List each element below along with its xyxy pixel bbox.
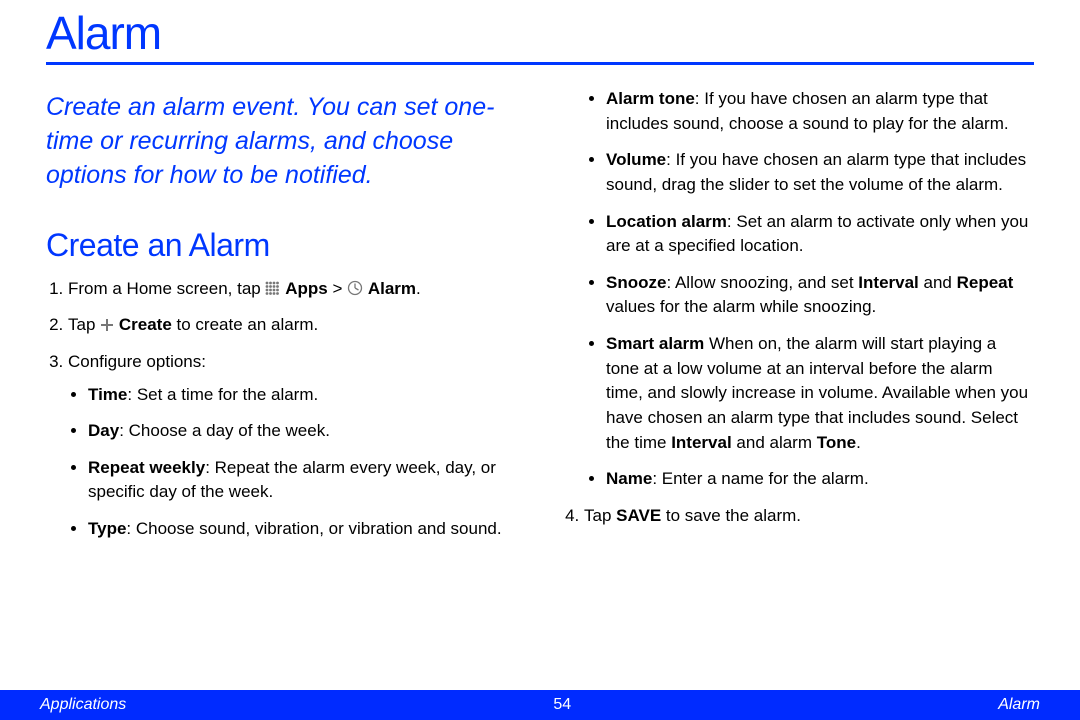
options-list-left: Time: Set a time for the alarm. Day: Cho…: [88, 383, 516, 542]
step-3-label: Configure options:: [68, 352, 206, 371]
footer-bar: Applications 54 Alarm: [0, 690, 1080, 720]
step-3: Configure options: Time: Set a time for …: [68, 350, 516, 542]
page-title: Alarm: [46, 0, 1034, 62]
step-2: Tap Create to create an alarm.: [68, 313, 516, 340]
step-2-suffix: to create an alarm.: [177, 315, 319, 334]
right-column: Alarm tone : If you have chosen an alarm …: [562, 79, 1032, 554]
opt-tone-b: Alarm tone: [606, 89, 695, 108]
opt-day: Day: Choose a day of the week.: [88, 419, 516, 444]
content-columns: Create an alarm event. You can set one-t…: [46, 79, 1034, 554]
opt-smart-int: Interval: [671, 433, 731, 452]
apps-label: Apps: [285, 279, 328, 298]
opt-snooze-p3: values for the alarm while snoozing.: [606, 297, 876, 316]
footer-page-number: 54: [553, 696, 571, 714]
section-heading: Create an Alarm: [46, 222, 516, 268]
apps-grid-icon: [265, 279, 280, 304]
clock-icon: [347, 279, 363, 304]
options-list-right: Alarm tone : If you have chosen an alarm …: [606, 87, 1032, 492]
step-4: Tap SAVE to save the alarm.: [584, 504, 1032, 529]
opt-smart-p3: .: [856, 433, 861, 452]
step-1: From a Home screen, tap Apps >: [68, 277, 516, 304]
opt-tone: Alarm tone: If you have chosen an alarm …: [606, 87, 1032, 136]
opt-name: Name: Enter a name for the alarm.: [606, 467, 1032, 492]
opt-snooze-p1: : Allow snoozing, and set: [666, 273, 858, 292]
save-label: SAVE: [616, 506, 661, 525]
step-1-gt: >: [332, 279, 347, 298]
opt-smart-p2: and alarm: [732, 433, 817, 452]
opt-smart: Smart alarm When on, the alarm will star…: [606, 332, 1032, 455]
step-4-suffix: to save the alarm.: [661, 506, 801, 525]
opt-time-b: Time: [88, 385, 127, 404]
opt-snooze-p2: and: [919, 273, 957, 292]
plus-icon: [100, 315, 114, 340]
steps-list-cont: Tap SAVE to save the alarm.: [562, 504, 1032, 529]
opt-snooze-int: Interval: [858, 273, 918, 292]
opt-volume-b: Volume: [606, 150, 666, 169]
left-column: Create an alarm event. You can set one-t…: [46, 79, 516, 554]
alarm-label: Alarm: [368, 279, 416, 298]
steps-list: From a Home screen, tap Apps >: [46, 277, 516, 542]
footer-left: Applications: [40, 696, 126, 714]
create-label: Create: [119, 315, 172, 334]
title-rule: [46, 62, 1034, 65]
opt-repeat-b: Repeat weekly: [88, 458, 205, 477]
opt-repeat: Repeat weekly: Repeat the alarm every we…: [88, 456, 516, 505]
step-2-prefix: Tap: [68, 315, 100, 334]
opt-time: Time: Set a time for the alarm.: [88, 383, 516, 408]
step-1-prefix: From a Home screen, tap: [68, 279, 265, 298]
opt-volume: Volume: If you have chosen an alarm type…: [606, 148, 1032, 197]
footer-right: Alarm: [998, 696, 1040, 714]
opt-day-r: : Choose a day of the week.: [119, 421, 330, 440]
step-1-suffix: .: [416, 279, 421, 298]
opt-snooze-b: Snooze: [606, 273, 666, 292]
opt-snooze: Snooze: Allow snoozing, and set Interval…: [606, 271, 1032, 320]
opt-name-b: Name: [606, 469, 652, 488]
opt-type-r: : Choose sound, vibration, or vibration …: [126, 519, 501, 538]
opt-day-b: Day: [88, 421, 119, 440]
intro-text: Create an alarm event. You can set one-t…: [46, 91, 516, 192]
opt-volume-r: : If you have chosen an alarm type that …: [606, 150, 1026, 194]
opt-location: Location alarm: Set an alarm to activate…: [606, 210, 1032, 259]
step-4-prefix: Tap: [584, 506, 616, 525]
opt-type: Type: Choose sound, vibration, or vibrat…: [88, 517, 516, 542]
opt-type-b: Type: [88, 519, 126, 538]
opt-smart-tone: Tone: [817, 433, 856, 452]
opt-snooze-rep: Repeat: [957, 273, 1014, 292]
opt-time-r: : Set a time for the alarm.: [127, 385, 318, 404]
opt-smart-b: Smart alarm: [606, 334, 704, 353]
opt-name-r: : Enter a name for the alarm.: [652, 469, 868, 488]
page: Alarm Create an alarm event. You can set…: [0, 0, 1080, 720]
opt-location-b: Location alarm: [606, 212, 727, 231]
